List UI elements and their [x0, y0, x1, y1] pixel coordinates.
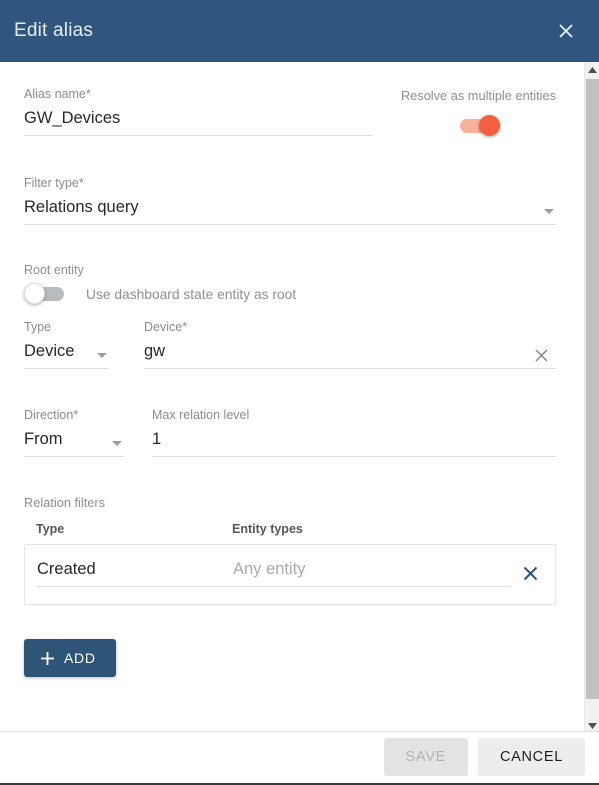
direction-required-marker: * [73, 408, 79, 422]
max-relation-level-label: Max relation level [152, 408, 250, 422]
alias-name-input[interactable]: GW_Devices [24, 106, 373, 136]
column-header-type: Type [36, 522, 65, 536]
max-relation-level-input[interactable]: 1 [152, 427, 556, 457]
filter-type-field-group: Filter type* Relations query [24, 175, 556, 225]
close-icon[interactable] [551, 16, 581, 46]
scrollbar-thumb[interactable] [586, 79, 599, 699]
filter-type-select[interactable]: Relations query [24, 195, 556, 225]
relation-filter-entity-types-group: Any entity [233, 557, 511, 587]
direction-label-text: Direction [24, 408, 74, 422]
edit-alias-dialog: Edit alias Alias name* GW_Devices Resolv… [0, 0, 599, 785]
direction-group: Direction* From [24, 407, 124, 457]
root-entity-section: Root entity Use dashboard state entity a… [24, 263, 556, 369]
chevron-down-icon[interactable] [112, 441, 122, 446]
toggle-knob [24, 283, 45, 304]
plus-icon [41, 651, 54, 665]
relation-filter-entity-types-input[interactable]: Any entity [233, 557, 511, 587]
use-dashboard-state-label: Use dashboard state entity as root [86, 286, 297, 302]
relation-filter-type-group: Created [37, 557, 233, 587]
chevron-down-icon[interactable] [97, 353, 107, 358]
relation-filter-row: Created Any entity [24, 544, 556, 605]
filter-type-label-text: Filter type [24, 176, 79, 190]
filter-type-label: Filter type* [24, 175, 556, 191]
alias-name-label-text: Alias name [24, 87, 86, 101]
root-entity-device-group: Device* gw [144, 319, 556, 369]
root-entity-device-input[interactable]: gw [144, 339, 556, 369]
chevron-up-icon[interactable] [585, 62, 599, 77]
root-entity-type-label: Type [24, 320, 52, 334]
save-button[interactable]: SAVE [383, 737, 468, 776]
relation-filters-section: Relation filters Type Entity types Creat… [24, 495, 556, 677]
resolve-multiple-label: Resolve as multiple entities [400, 88, 556, 103]
relation-filters-header-row: Type Entity types [24, 522, 556, 536]
relation-filters-label: Relation filters [24, 495, 106, 510]
root-entity-device-label-text: Device [144, 320, 183, 334]
content-scrollbar[interactable] [584, 62, 599, 733]
direction-select[interactable]: From [24, 427, 124, 457]
remove-x-icon[interactable] [517, 560, 543, 586]
chevron-down-icon[interactable] [544, 209, 554, 214]
direction-label: Direction* [24, 407, 124, 423]
dialog-footer: SAVE CANCEL [0, 731, 599, 781]
root-entity-device-label: Device* [144, 319, 556, 335]
use-dashboard-state-toggle[interactable] [24, 283, 68, 305]
dialog-content: Alias name* GW_Devices Resolve as multip… [0, 62, 584, 733]
alias-name-field-group: Alias name* GW_Devices [24, 86, 373, 136]
alias-name-required-marker: * [85, 87, 91, 101]
max-relation-level-group: Max relation level 1 [152, 407, 556, 457]
relation-filter-type-input[interactable]: Created [37, 557, 233, 587]
resolve-multiple-toggle[interactable] [456, 115, 501, 137]
alias-name-row: Alias name* GW_Devices Resolve as multip… [24, 86, 556, 137]
add-button-label: ADD [64, 650, 96, 666]
cancel-button[interactable]: CANCEL [477, 737, 585, 776]
alias-name-label: Alias name* [24, 86, 373, 102]
add-relation-filter-button[interactable]: ADD [24, 639, 116, 677]
column-header-entity-types: Entity types [232, 522, 303, 536]
dialog-title: Edit alias [14, 20, 94, 41]
root-entity-device-required-marker: * [182, 320, 188, 334]
root-entity-label: Root entity [24, 263, 84, 277]
clear-x-icon[interactable] [530, 344, 552, 366]
toggle-knob [479, 115, 501, 136]
filter-type-required-marker: * [78, 176, 84, 190]
direction-row: Direction* From Max relation level 1 [24, 407, 556, 457]
root-entity-fields-row: Type Device Device* gw [24, 319, 556, 369]
dialog-titlebar: Edit alias [0, 0, 599, 62]
use-dashboard-state-row: Use dashboard state entity as root [24, 283, 556, 305]
root-entity-type-group: Type Device [24, 319, 109, 369]
resolve-multiple-group: Resolve as multiple entities [401, 86, 556, 137]
